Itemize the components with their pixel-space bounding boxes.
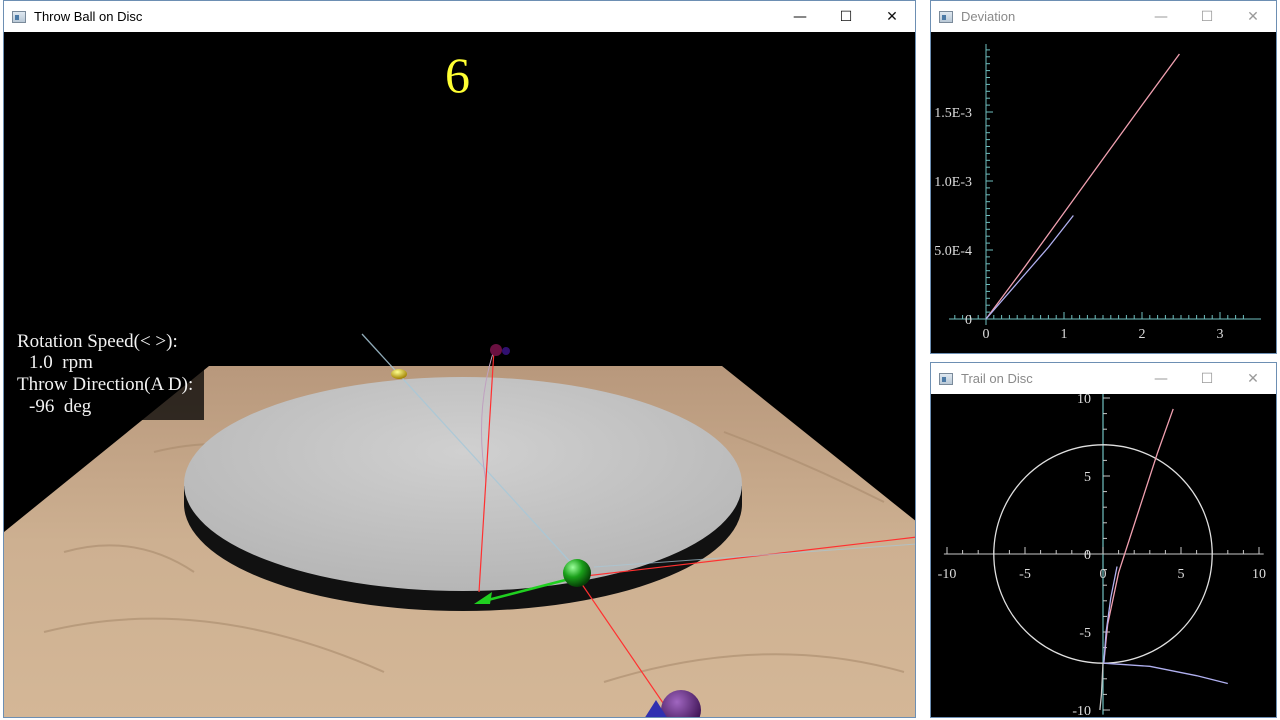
yellow-ball — [391, 369, 407, 379]
trail-chart: -10 -5 0 5 10 10 5 0 -5 -10 — [938, 394, 1266, 717]
scene-viewport[interactable]: 6 Rotation Speed(< >): 1.0 rpm Throw Dir… — [4, 32, 915, 717]
rotation-speed-label: Rotation Speed(< >): — [17, 331, 178, 352]
main-window[interactable]: Throw Ball on Disc — ☐ ✕ 6 Rotation Spee… — [3, 0, 916, 718]
minimize-icon[interactable]: — — [1138, 1, 1184, 32]
deviation-chart: 0 1 2 3 0 5.0E-4 1.0E-3 1.5E-3 — [934, 44, 1261, 342]
app-icon — [939, 372, 953, 385]
y-tick-label: -5 — [1079, 626, 1091, 641]
app-icon — [12, 10, 26, 23]
deviation-titlebar[interactable]: Deviation — ☐ ✕ — [931, 1, 1276, 32]
throw-counter: 6 — [445, 47, 470, 103]
maximize-icon[interactable]: ☐ — [1184, 1, 1230, 32]
minimize-icon[interactable]: — — [777, 1, 823, 32]
close-icon[interactable]: ✕ — [1230, 1, 1276, 32]
y-tick-label: 0 — [1084, 548, 1091, 563]
rotation-speed-value: 1.0 rpm — [29, 352, 93, 373]
x-tick-label: 3 — [1217, 327, 1224, 342]
deviation-window-title: Deviation — [961, 9, 1016, 24]
close-icon[interactable]: ✕ — [869, 1, 915, 32]
throw-direction-label: Throw Direction(A D): — [17, 374, 194, 395]
maximize-icon[interactable]: ☐ — [823, 1, 869, 32]
minimize-icon[interactable]: — — [1138, 363, 1184, 394]
y-tick-label: 1.5E-3 — [934, 106, 972, 121]
x-tick-label: 0 — [983, 327, 990, 342]
main-titlebar[interactable]: Throw Ball on Disc — ☐ ✕ — [4, 1, 915, 32]
maximize-icon[interactable]: ☐ — [1184, 363, 1230, 394]
trail-series-line — [1103, 662, 1228, 685]
deviation-series-line — [985, 215, 1074, 320]
trail-titlebar[interactable]: Trail on Disc — ☐ ✕ — [931, 363, 1276, 394]
deviation-series-line — [985, 53, 1180, 320]
deviation-window[interactable]: Deviation — ☐ ✕ 0 1 2 3 0 5.0E-4 1.0E-3 1.5E-3 — [930, 0, 1277, 354]
throw-direction-value: -96 deg — [29, 396, 92, 417]
app-icon — [939, 10, 953, 23]
x-tick-label: 5 — [1178, 567, 1185, 582]
main-window-title: Throw Ball on Disc — [34, 9, 143, 24]
close-icon[interactable]: ✕ — [1230, 363, 1276, 394]
trail-series-line — [1103, 408, 1174, 664]
x-tick-label: 10 — [1252, 567, 1266, 582]
y-tick-label: 0 — [965, 313, 972, 328]
x-tick-label: 2 — [1139, 327, 1146, 342]
green-ball — [563, 559, 591, 587]
y-tick-label: 10 — [1077, 394, 1091, 407]
x-tick-label: -5 — [1019, 567, 1031, 582]
x-tick-label: 1 — [1061, 327, 1068, 342]
x-tick-label: -10 — [938, 567, 957, 582]
y-tick-label: 1.0E-3 — [934, 175, 972, 190]
purple-ball-far — [490, 344, 502, 356]
y-tick-label: 5 — [1084, 470, 1091, 485]
y-tick-label: 5.0E-4 — [934, 244, 972, 259]
trail-window-title: Trail on Disc — [961, 371, 1033, 386]
x-tick-label: 0 — [1100, 567, 1107, 582]
y-tick-label: -10 — [1072, 704, 1091, 717]
disc-top — [184, 377, 742, 591]
trail-window[interactable]: Trail on Disc — ☐ ✕ -10 -5 0 5 10 10 5 0 -5 -10 — [930, 362, 1277, 718]
